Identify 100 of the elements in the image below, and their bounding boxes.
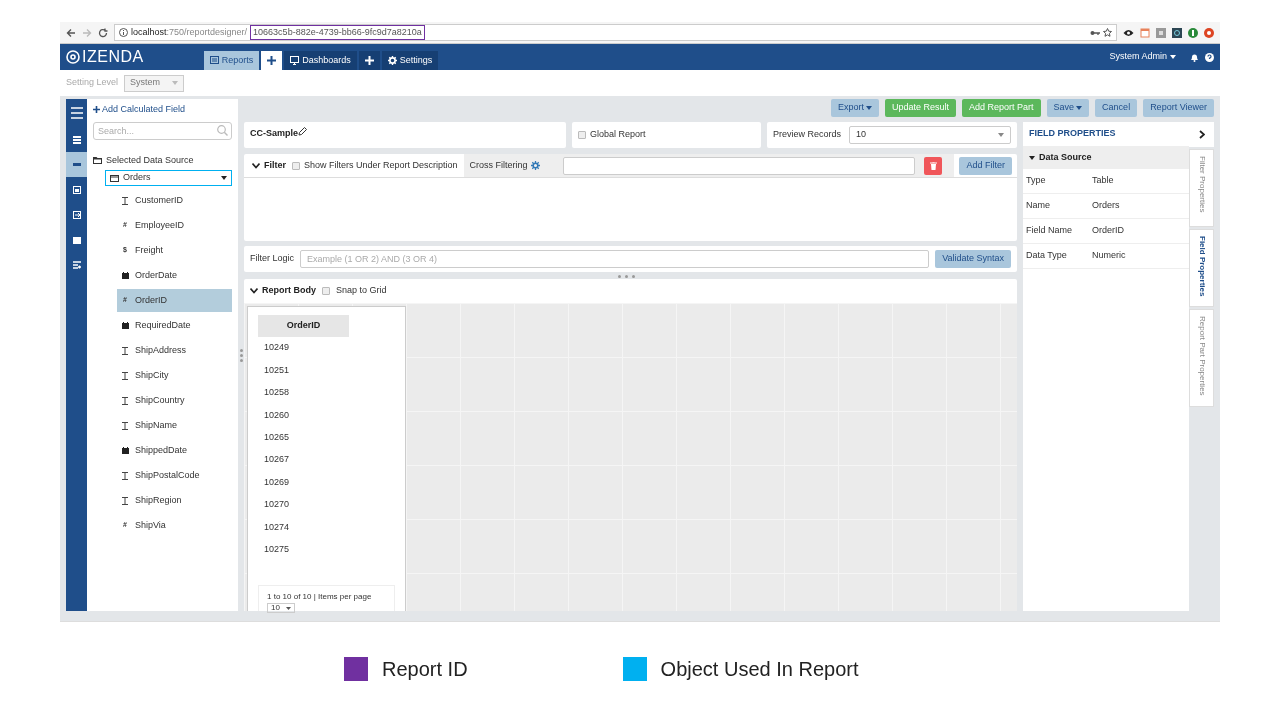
table-cell-text: 10267 [263,453,291,467]
table-icon [110,174,119,182]
toolbar-button[interactable]: Export [831,99,879,117]
nav-tab[interactable]: Reports [203,51,260,70]
toolbar-button[interactable]: Cancel [1095,99,1138,117]
filter-toggle[interactable]: Filter [244,158,292,173]
table-cell-text: 10249 [263,341,291,355]
info-icon [119,28,128,37]
filter-input[interactable] [562,156,916,175]
filter-logic-label: Filter Logic [250,252,294,266]
property-value: Orders [1092,199,1120,213]
plus-icon [93,106,100,114]
caret-icon [286,606,291,610]
table-cell-text: 10251 [263,363,291,377]
reload-icon[interactable] [98,27,108,38]
field-item[interactable]: RequiredDate [117,314,232,337]
nav-tab[interactable]: Dashboards [284,51,357,70]
field-item[interactable]: ShipName [117,414,232,437]
bell-icon[interactable] [1190,52,1199,62]
key-icon[interactable] [1090,28,1100,37]
validate-syntax-button[interactable]: Validate Syntax [935,250,1011,268]
preview-records-label: Preview Records [773,128,842,142]
add-button[interactable] [358,51,380,70]
search-field[interactable]: Search... [93,121,232,140]
user-menu[interactable]: System Admin [1103,49,1182,65]
setting-level-label: Setting Level [66,76,119,90]
report-table[interactable]: OrderID 10249 10251 10258 10260 10265 10267 10269 10270 10274 10275 1 to 10 of 10 | Items per page 10 [247,306,406,611]
property-value: OrderID [1092,224,1124,238]
add-filter-button[interactable]: Add Filter [959,156,1012,175]
settings-icon[interactable] [530,161,540,170]
text-type-icon [122,346,128,355]
table-cell-text: 10274 [263,520,291,534]
data-source-label: Selected Data Source [106,153,194,167]
menu-icon [69,106,84,120]
logo-icon [66,50,80,64]
extension-icon[interactable] [1188,27,1198,38]
side-tab[interactable]: Report Part Properties [1189,309,1214,407]
caret-icon [866,106,872,110]
field-item[interactable]: ShippedDate [117,439,232,462]
eye-icon[interactable] [1123,28,1134,37]
report-icon [72,185,81,194]
chevron-icon [250,288,258,294]
preview-records-select[interactable]: 10 [849,126,1011,144]
extension-icon[interactable] [1172,27,1182,38]
field-item[interactable]: CustomerID [117,189,232,212]
export-icon [72,210,81,219]
column-header: OrderID [258,315,349,337]
plus-icon [364,56,374,65]
report-id-highlight: 10663c5b-882e-4739-bb66-9fc9d7a8210a [250,25,425,40]
star-icon[interactable] [1103,28,1112,37]
toolbar-button[interactable]: Save [1046,99,1090,117]
checkbox-label: Snap to Grid [336,284,387,298]
side-tab[interactable]: Filter Properties [1189,149,1214,227]
resize-handle[interactable] [616,275,636,278]
checkbox[interactable] [292,161,300,170]
property-value: Table [1092,174,1114,188]
checkbox[interactable] [322,287,330,295]
extension-icon[interactable] [1204,27,1214,38]
edit-icon[interactable] [298,127,307,136]
filter-logic-input[interactable]: Example (1 OR 2) AND (3 OR 4) [300,250,930,268]
caret-icon [1076,106,1083,110]
caret-icon [172,81,179,85]
address-bar[interactable]: localhost:750/reportdesigner/ 10663c5b-882e-4739-bb66-9fc9d7a8210a [114,24,1117,41]
side-tab[interactable]: Field Properties [1189,229,1214,307]
list-icon [72,260,81,269]
plus-icon [267,56,277,65]
chevron-icon [1198,130,1205,139]
delete-button[interactable] [924,156,943,175]
add-calculated-field-link[interactable]: Add Calculated Field [93,103,232,117]
field-item[interactable]: ShipAddress [117,339,232,362]
property-label: Type [1026,174,1047,188]
field-item[interactable]: ShipCity [117,364,232,387]
collapse-button[interactable] [1189,122,1214,147]
toolbar-button[interactable]: Report Viewer [1143,99,1214,117]
back-icon[interactable] [66,27,76,38]
nav-tab[interactable]: Settings [381,51,439,70]
field-item[interactable]: ShipRegion [117,489,232,512]
field-item[interactable]: ShipPostalCode [117,464,232,487]
settings-icon [387,56,397,65]
pager-text: 1 to 10 of 10 | Items per page [267,591,373,603]
text-type-icon [122,496,128,505]
checkbox[interactable] [578,131,586,139]
table-cell-text: 10270 [263,498,291,512]
legend-label: Object Used In Report [660,657,859,682]
field-item[interactable]: ShipCountry [117,389,232,412]
report-body-toggle[interactable]: Report Body [250,284,316,298]
list-icon [72,135,81,144]
property-label: Data Type [1026,249,1068,263]
field-item[interactable]: OrderDate [117,264,232,287]
logo-text: IZENDA [82,47,144,67]
help-icon[interactable] [1205,52,1214,62]
section-header[interactable]: Data Source [1023,147,1189,169]
caret-icon [221,176,227,180]
folder-icon [93,156,102,164]
page-size-select[interactable]: 10 [267,603,295,613]
table-cell-text: 10269 [263,475,291,489]
caret-icon [1170,55,1176,59]
table-select[interactable]: Orders [105,170,232,186]
property-value: Numeric [1092,249,1126,263]
add-button[interactable] [261,51,283,70]
